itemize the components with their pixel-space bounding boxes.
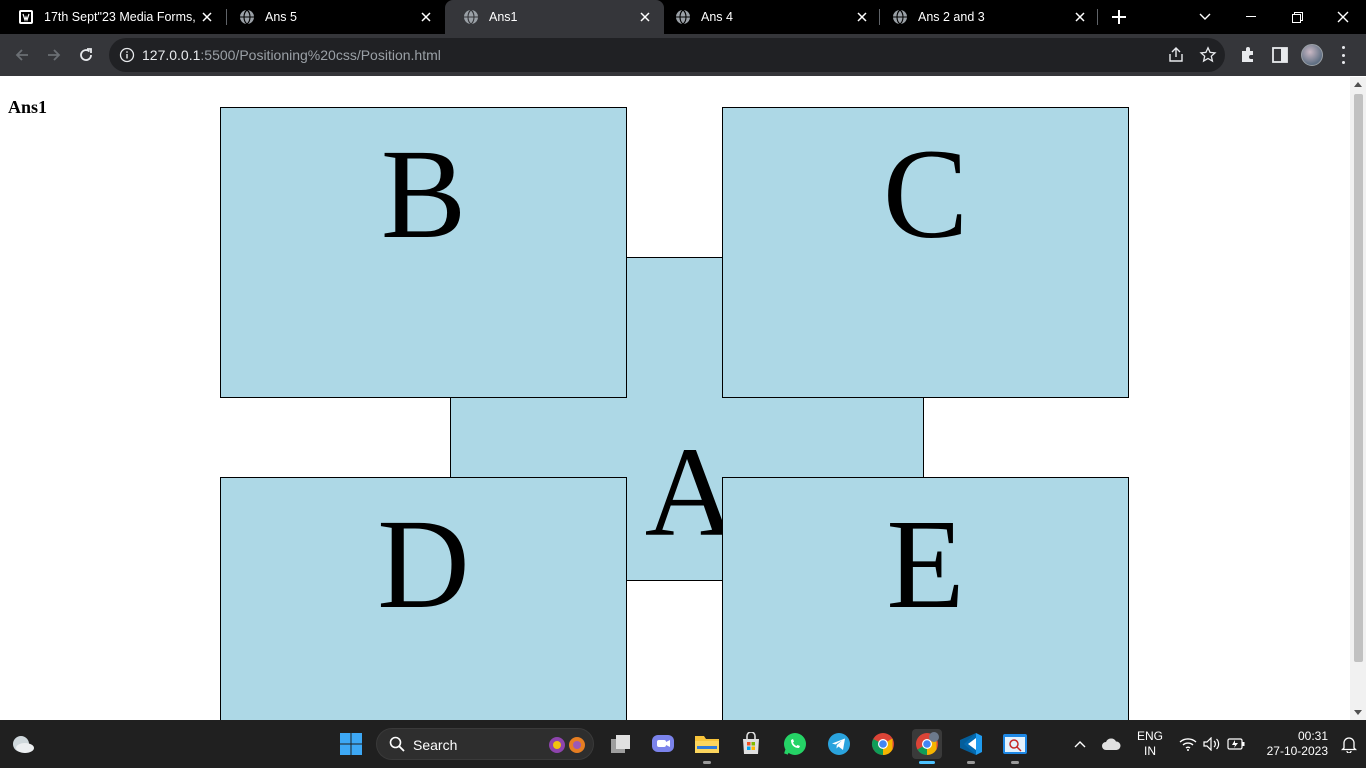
close-tab-icon[interactable] <box>417 8 435 26</box>
tab-media-forms[interactable]: 17th Sept"23 Media Forms, I <box>0 0 226 34</box>
plus-icon <box>1112 10 1126 24</box>
tab-ans-2-and-3[interactable]: Ans 2 and 3 <box>874 0 1099 34</box>
browser-toolbar: 127.0.0.1:5500/Positioning%20css/Positio… <box>0 34 1366 76</box>
box-c: C <box>722 107 1129 398</box>
tab-search-button[interactable] <box>1182 0 1228 34</box>
globe-icon <box>892 9 908 25</box>
language-code: ENG <box>1136 729 1163 743</box>
close-tab-icon[interactable] <box>636 8 654 26</box>
microsoft-store-icon[interactable] <box>736 729 766 759</box>
running-indicator <box>967 761 975 764</box>
box-b: B <box>220 107 627 398</box>
file-explorer-icon[interactable] <box>692 729 722 764</box>
tab-title: Ans 4 <box>701 10 733 24</box>
whatsapp-icon[interactable] <box>780 729 810 759</box>
page-viewport: Ans1 A B C D E <box>0 77 1350 720</box>
close-tab-icon[interactable] <box>198 8 216 26</box>
region-code: IN <box>1144 744 1156 758</box>
site-info-icon[interactable] <box>119 47 135 63</box>
vscode-icon[interactable] <box>956 729 986 764</box>
snipping-tool-icon[interactable] <box>1000 729 1030 764</box>
tab-divider <box>1097 9 1098 25</box>
page-heading: Ans1 <box>8 97 48 117</box>
chevron-down-icon <box>1199 13 1211 20</box>
arrow-right-icon <box>48 49 61 61</box>
arrow-left-icon <box>15 49 28 61</box>
tab-ans1[interactable]: Ans1 <box>445 0 664 34</box>
back-button[interactable] <box>8 41 36 69</box>
restore-button[interactable] <box>1274 0 1320 34</box>
box-e: E <box>722 477 1129 720</box>
tab-strip: 17th Sept"23 Media Forms, I Ans 5 Ans1 A… <box>0 0 1366 34</box>
url-host: 127.0.0.1 <box>142 47 201 63</box>
language-indicator[interactable]: ENG IN <box>1134 729 1166 759</box>
task-view-icon[interactable] <box>606 729 636 759</box>
close-tab-icon[interactable] <box>853 8 871 26</box>
new-tab-button[interactable] <box>1108 6 1130 28</box>
scrollbar-thumb[interactable] <box>1354 94 1363 662</box>
search-highlight-icon <box>547 735 587 760</box>
restore-icon <box>1291 11 1303 23</box>
reload-icon <box>80 48 92 61</box>
box-d: D <box>220 477 627 720</box>
close-window-button[interactable] <box>1320 0 1366 34</box>
address-bar[interactable]: 127.0.0.1:5500/Positioning%20css/Positio… <box>109 38 1225 72</box>
box-b-label: B <box>380 123 467 265</box>
bookmark-star-icon[interactable] <box>1199 46 1217 64</box>
telegram-icon[interactable] <box>824 729 854 759</box>
windows-taskbar: Search ENG IN 00:31 27-10-2023 <box>0 720 1366 768</box>
battery-icon[interactable] <box>1221 729 1251 759</box>
scroll-up-arrow-icon[interactable] <box>1354 82 1362 87</box>
forward-button[interactable] <box>40 41 68 69</box>
tab-title: Ans 5 <box>265 10 297 24</box>
tab-title: 17th Sept"23 Media Forms, I <box>44 10 198 24</box>
url-path: :5500/Positioning%20css/Position.html <box>200 47 441 63</box>
search-icon <box>389 736 405 757</box>
box-c-label: C <box>882 123 969 265</box>
side-panel-icon[interactable] <box>1270 45 1290 65</box>
extensions-puzzle-icon[interactable] <box>1238 45 1258 65</box>
box-d-label: D <box>377 493 470 635</box>
minimize-icon <box>1246 16 1256 17</box>
chrome-icon[interactable] <box>868 729 898 759</box>
reload-button[interactable] <box>72 41 100 69</box>
tab-title: Ans 2 and 3 <box>918 10 985 24</box>
close-tab-icon[interactable] <box>1071 8 1089 26</box>
scroll-down-arrow-icon[interactable] <box>1354 710 1362 715</box>
globe-icon <box>463 9 479 25</box>
weather-icon[interactable] <box>8 729 38 759</box>
document-icon <box>18 9 34 25</box>
clock-time: 00:31 <box>1297 729 1328 743</box>
show-hidden-icons-chevron-up-icon[interactable] <box>1065 729 1095 759</box>
profile-avatar[interactable] <box>1301 44 1323 66</box>
teams-chat-icon[interactable] <box>648 729 678 759</box>
taskbar-search[interactable]: Search <box>376 728 594 760</box>
box-e-label: E <box>886 493 965 635</box>
tab-ans-4[interactable]: Ans 4 <box>657 0 881 34</box>
globe-icon <box>239 9 255 25</box>
start-windows-icon[interactable] <box>336 729 366 759</box>
tab-ans-5[interactable]: Ans 5 <box>221 0 445 34</box>
globe-icon <box>675 9 691 25</box>
share-icon[interactable] <box>1167 46 1185 64</box>
url-text[interactable]: 127.0.0.1:5500/Positioning%20css/Positio… <box>142 47 441 63</box>
tab-title: Ans1 <box>489 10 518 24</box>
chrome-profile-icon[interactable] <box>912 729 942 764</box>
clock-date: 27-10-2023 <box>1266 744 1328 758</box>
active-app-indicator <box>919 761 935 764</box>
running-indicator <box>1011 761 1019 764</box>
clock[interactable]: 00:31 27-10-2023 <box>1256 729 1328 759</box>
notification-bell-icon[interactable] <box>1334 729 1364 759</box>
search-label: Search <box>413 737 458 753</box>
onedrive-cloud-icon[interactable] <box>1096 729 1126 759</box>
minimize-button[interactable] <box>1228 0 1274 34</box>
close-icon <box>1337 11 1349 23</box>
more-menu-icon[interactable] <box>1335 46 1351 64</box>
running-indicator <box>703 761 711 764</box>
page-scrollbar[interactable] <box>1350 77 1366 720</box>
